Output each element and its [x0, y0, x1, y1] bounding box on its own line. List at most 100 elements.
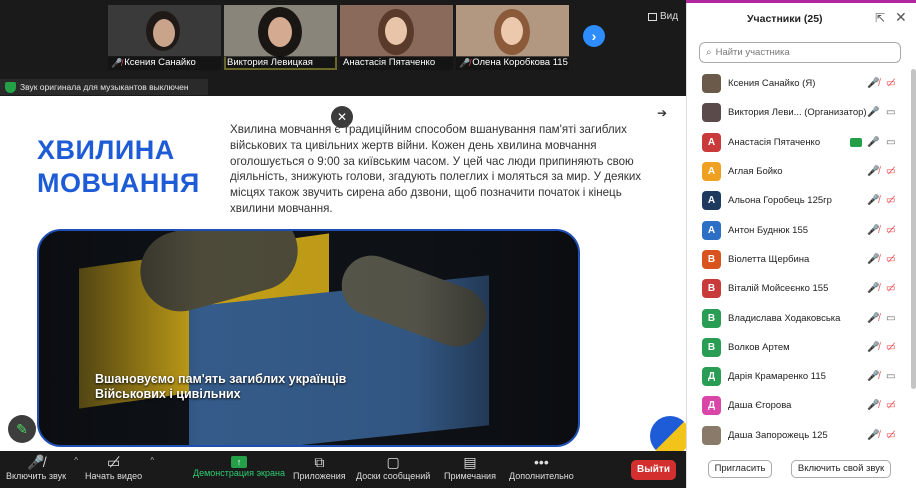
- apps-button[interactable]: ⧉ Приложения: [293, 454, 346, 481]
- view-button[interactable]: Вид: [648, 11, 678, 22]
- video-off-icon: ▭̸: [886, 224, 896, 236]
- more-button[interactable]: ••• Дополнительно: [509, 454, 574, 481]
- scrollbar[interactable]: [911, 69, 916, 389]
- chevron-up-icon[interactable]: ^: [150, 456, 154, 465]
- video-off-icon: ▭̸: [886, 429, 896, 441]
- video-caption-line: Військових і цивільних: [95, 387, 241, 401]
- video-icon: ▭: [886, 371, 896, 383]
- mic-muted-icon: 🎤̸: [867, 429, 880, 441]
- arrow-right-icon[interactable]: ➔: [657, 106, 667, 120]
- slide-decoration: [650, 416, 686, 451]
- unmute-me-button[interactable]: Включить свой звук: [791, 460, 891, 478]
- participant-face: [385, 17, 407, 45]
- participant-row[interactable]: А Альона Горобець 125гр 🎤̸ ▭̸: [687, 186, 911, 215]
- participant-row[interactable]: В Владислава Ходаковська 🎤̸ ▭: [687, 303, 911, 332]
- pencil-icon: ✎: [16, 421, 28, 437]
- slide-body-text: Хвилина мовчання є традиційним способом …: [230, 123, 642, 215]
- thumbnail-label: Виктория Левицкая: [224, 56, 337, 70]
- participant-name: Аглая Бойко: [728, 166, 783, 178]
- participant-name: Даша Єгорова: [728, 400, 792, 412]
- search-icon: ⌕: [706, 47, 712, 58]
- participant-name: Анастасія Пятаченко: [728, 136, 821, 148]
- avatar: В: [702, 337, 721, 357]
- participant-row[interactable]: А Анастасія Пятаченко 🎤 ▭: [687, 128, 911, 157]
- thumbnail-label: 🎤̸ Ксения Санайко: [108, 56, 221, 70]
- mic-muted-icon: 🎤̸: [867, 78, 880, 90]
- avatar: Д: [702, 396, 721, 416]
- leave-button[interactable]: Выйти: [631, 460, 676, 480]
- participant-face: [153, 19, 175, 47]
- participant-name: Антон Буднюк 155: [728, 224, 809, 236]
- slide-video[interactable]: Вшановуємо пам'ять загиблих українців Ві…: [37, 229, 580, 447]
- start-video-label: Начать видео: [85, 471, 143, 481]
- participants-panel: Участники (25) ⇱ ✕ ⌕ Ксения Санайко (Я) 🎤…: [686, 3, 916, 488]
- close-icon[interactable]: ✕: [895, 9, 907, 26]
- video-off-icon: ▭̸: [886, 341, 896, 353]
- video-thumbnail[interactable]: 🎤̸ Ксения Санайко: [108, 5, 221, 70]
- video-caption: Вшановуємо пам'ять загиблих українців Ві…: [95, 372, 346, 402]
- whiteboard-icon: ▢: [386, 454, 400, 470]
- notes-button[interactable]: ▤ Примечания: [444, 454, 496, 481]
- participant-row[interactable]: Виктория Леви... (Организатор) 🎤 ▭: [687, 98, 911, 127]
- video-off-icon: ▭̸: [886, 195, 896, 207]
- mic-muted-icon: 🎤̸: [867, 253, 880, 265]
- invite-button[interactable]: Пригласить: [708, 460, 772, 478]
- participant-name: Дарія Крамаренко 115: [728, 371, 826, 383]
- participant-row[interactable]: А Антон Буднюк 155 🎤̸ ▭̸: [687, 215, 911, 244]
- grid-view-icon: [648, 12, 657, 21]
- participant-search[interactable]: ⌕: [699, 42, 901, 63]
- participant-row[interactable]: Д Даша Єгорова 🎤̸ ▭̸: [687, 391, 911, 420]
- mic-muted-icon: 🎤̸: [867, 195, 880, 207]
- participant-row[interactable]: В Віталій Мойсеєнко 155 🎤̸ ▭̸: [687, 274, 911, 303]
- video-caption-line: Вшановуємо пам'ять загиблих українців: [95, 372, 347, 386]
- next-thumbnails-button[interactable]: ›: [583, 25, 605, 47]
- avatar: В: [702, 249, 721, 269]
- avatar: [702, 425, 721, 445]
- share-screen-button[interactable]: ↑ Демонстрация экрана: [193, 454, 285, 478]
- annotate-button[interactable]: ✎: [8, 415, 36, 443]
- participant-face: [268, 17, 292, 47]
- video-thumbnail[interactable]: Анастасія Пятаченко: [340, 5, 453, 70]
- slide-title: ХВИЛИНА МОВЧАННЯ: [37, 135, 200, 198]
- mic-muted-icon: 🎤̸: [111, 58, 123, 68]
- mic-muted-icon: 🎤̸: [867, 400, 880, 412]
- thumbnail-name: Виктория Левицкая: [227, 57, 313, 68]
- participant-name: Альона Горобець 125гр: [728, 195, 832, 207]
- whiteboards-button[interactable]: ▢ Доски сообщений: [356, 454, 430, 481]
- participant-name: Віолетта Щербина: [728, 253, 810, 265]
- popout-icon[interactable]: ⇱: [875, 11, 885, 25]
- start-video-button[interactable]: ▭̸ Начать видео ^: [85, 454, 154, 481]
- participant-row[interactable]: Ксения Санайко (Я) 🎤̸ ▭̸: [687, 69, 911, 98]
- video-feed: [456, 5, 569, 57]
- whiteboards-label: Доски сообщений: [356, 471, 431, 481]
- mic-muted-icon: 🎤̸: [867, 312, 880, 324]
- avatar: [702, 103, 721, 123]
- participant-name: Виктория Леви... (Организатор): [728, 107, 867, 119]
- notes-label: Примечания: [444, 471, 496, 481]
- video-shade: [39, 231, 578, 445]
- close-button[interactable]: ✕: [331, 106, 353, 128]
- share-screen-label: Демонстрация экрана: [193, 468, 285, 478]
- video-off-icon: ▭̸: [886, 253, 896, 265]
- video-thumbnail[interactable]: 🎤̸ Олена Коробкова 115: [456, 5, 569, 70]
- video-off-icon: ▭̸: [886, 166, 896, 178]
- video-icon: ▭: [886, 136, 896, 148]
- video-feed: [340, 5, 453, 57]
- video-off-icon: ▭̸: [106, 454, 121, 470]
- shield-icon: [5, 81, 16, 93]
- chevron-up-icon[interactable]: ^: [74, 456, 78, 465]
- video-thumbnail-active-speaker[interactable]: Виктория Левицкая: [224, 5, 337, 70]
- participant-row[interactable]: В Волков Артем 🎤̸ ▭̸: [687, 333, 911, 362]
- participant-row[interactable]: Д Дарія Крамаренко 115 🎤̸ ▭: [687, 362, 911, 391]
- mic-muted-icon: 🎤̸: [867, 341, 880, 353]
- participant-row[interactable]: В Віолетта Щербина 🎤̸ ▭̸: [687, 245, 911, 274]
- participant-row[interactable]: Даша Запорожець 125 🎤̸ ▭̸: [687, 421, 911, 450]
- panel-footer: Пригласить Включить свой звук: [687, 458, 916, 482]
- participant-row[interactable]: А Аглая Бойко 🎤̸ ▭̸: [687, 157, 911, 186]
- video-off-icon: ▭̸: [886, 283, 896, 295]
- zoom-window: 🎤̸ Ксения Санайко Виктория Левицкая Анаст…: [0, 0, 916, 488]
- search-input[interactable]: [715, 47, 886, 58]
- thumbnail-label: Анастасія Пятаченко: [340, 56, 453, 70]
- video-feed: [224, 5, 337, 57]
- unmute-button[interactable]: 🎤̸ Включить звук ^: [6, 454, 78, 481]
